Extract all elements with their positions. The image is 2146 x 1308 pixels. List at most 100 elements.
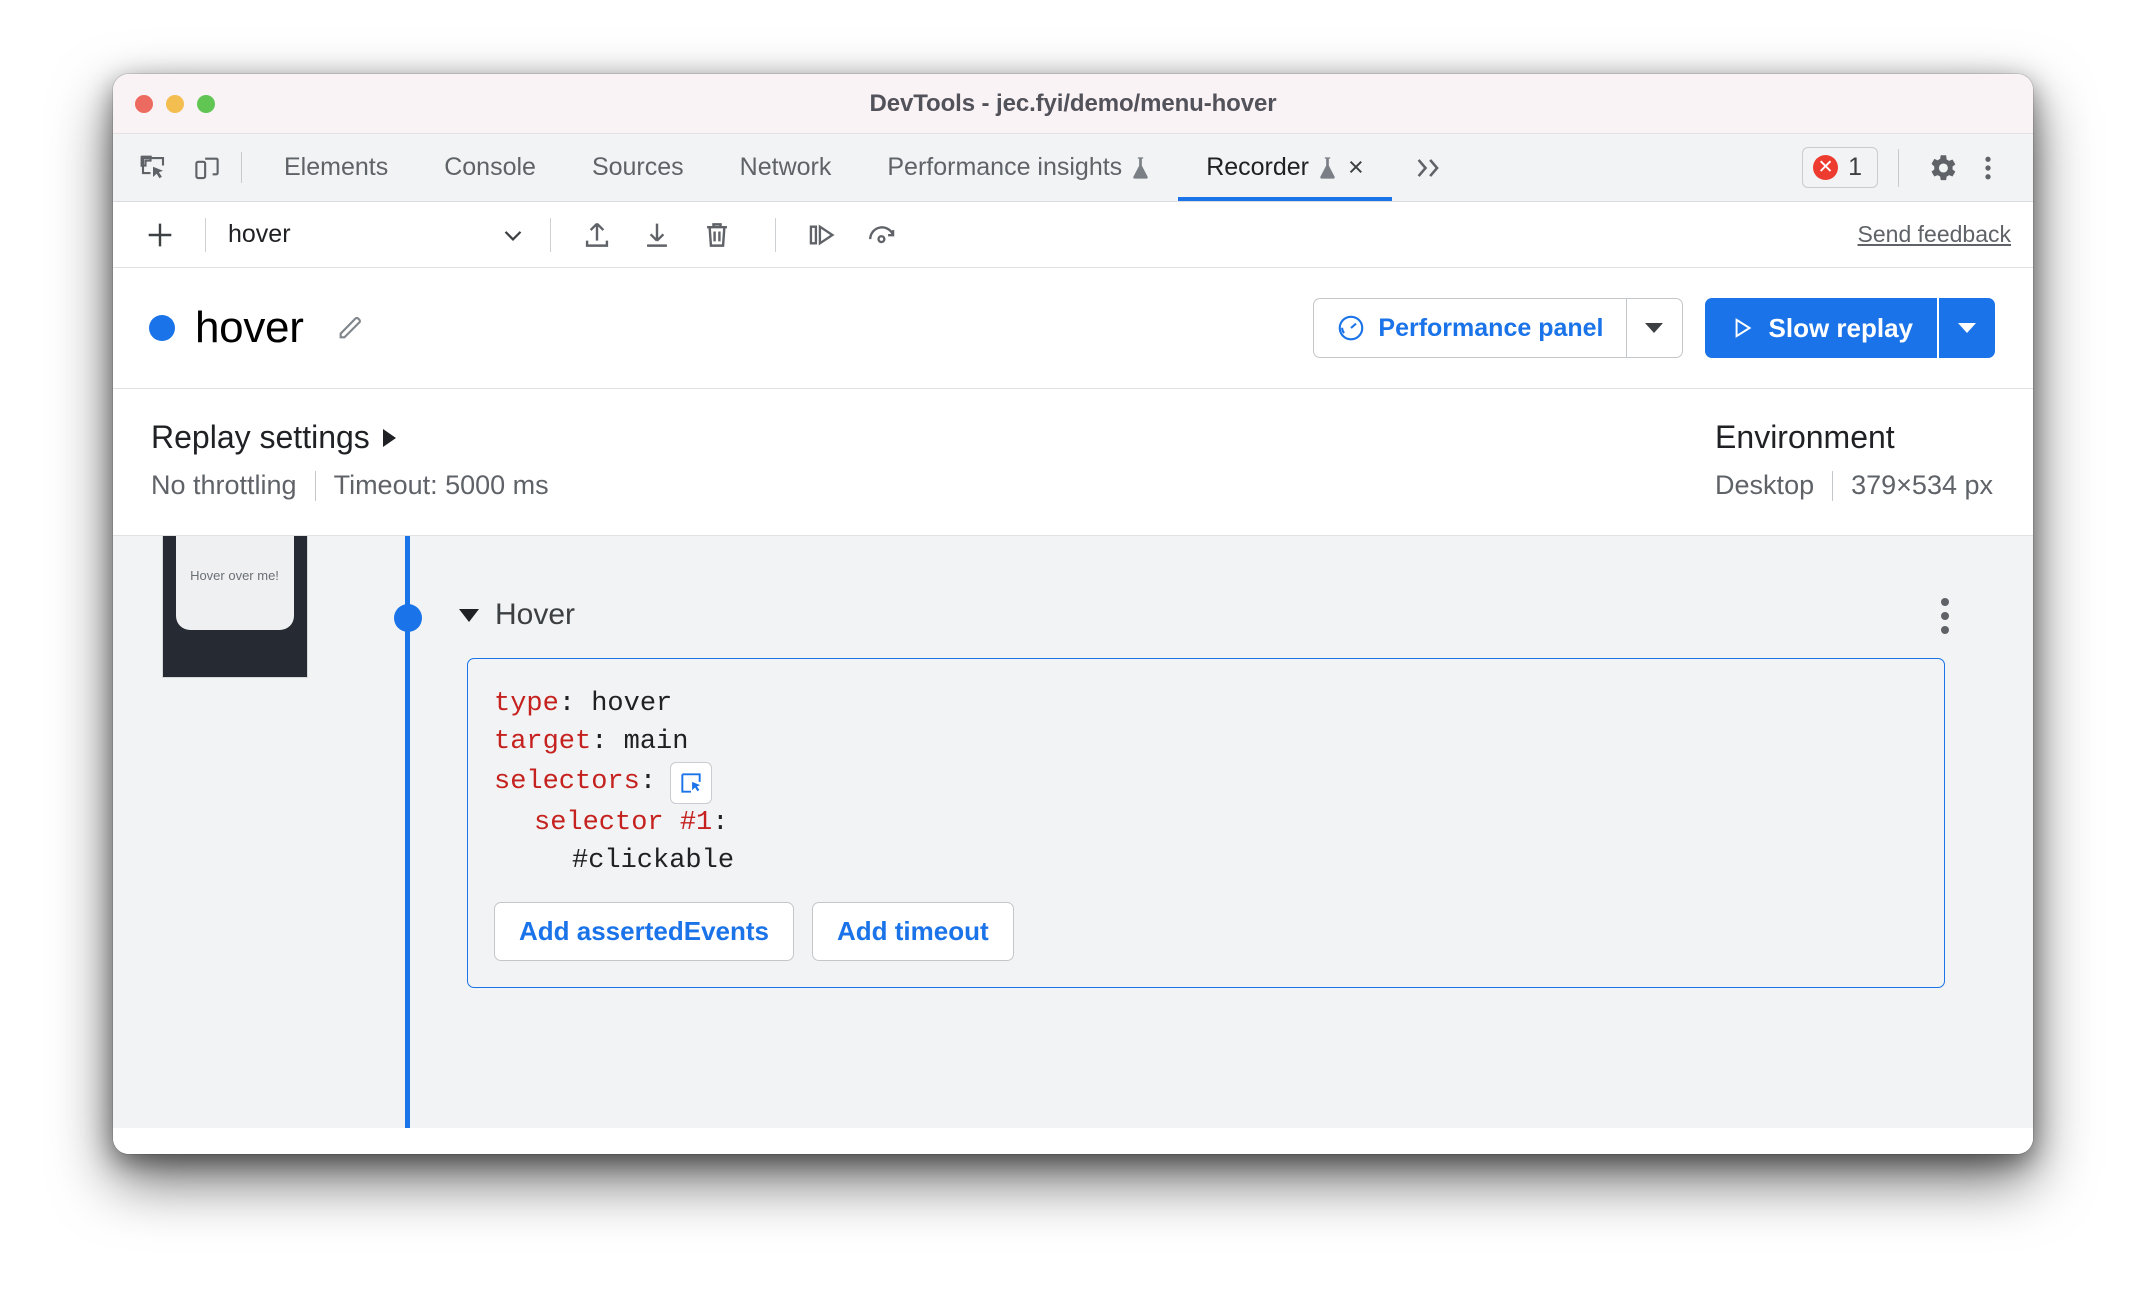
thumbnail-text: Hover over me! [190, 567, 279, 583]
add-timeout-button[interactable]: Add timeout [811, 902, 1014, 962]
recording-select[interactable]: hover [228, 220, 528, 250]
error-count-badge[interactable]: ✕ 1 [1802, 147, 1878, 188]
chevron-down-icon[interactable] [459, 608, 479, 622]
tab-performance-insights[interactable]: Performance insights [859, 134, 1178, 201]
tab-console[interactable]: Console [416, 134, 564, 201]
error-count-label: 1 [1848, 153, 1862, 181]
environment-summary: Desktop 379×534 px [1715, 470, 1993, 501]
replay-settings-group: Replay settings No throttling Timeout: 5… [151, 419, 549, 501]
recording-title: hover [195, 303, 304, 352]
more-tabs-icon[interactable] [1392, 134, 1466, 201]
code-key-selector-1[interactable]: selector #1 [534, 804, 712, 842]
thumbnail-page-content: Hover over me! [175, 536, 294, 630]
devtools-tabs: Elements Console Sources Network Perform… [256, 134, 1466, 201]
kebab-dot [1941, 626, 1949, 634]
timeout-value: Timeout: 5000 ms [333, 470, 549, 500]
tabbar-left-icons [133, 134, 241, 201]
create-recording-button[interactable] [137, 212, 183, 258]
step-actions: Add assertedEvents Add timeout [494, 902, 1914, 962]
kebab-menu-icon[interactable] [1965, 145, 2011, 191]
header-actions: Performance panel Slow replay [1313, 298, 1995, 358]
code-key-selectors[interactable]: selectors [494, 763, 640, 801]
tab-network[interactable]: Network [712, 134, 860, 201]
toolbar-divider-3 [775, 217, 776, 252]
step-header[interactable]: Hover [443, 536, 2033, 634]
tab-sources[interactable]: Sources [564, 134, 712, 201]
devtools-tabbar: Elements Console Sources Network Perform… [113, 134, 2033, 202]
right-cluster-divider [1898, 148, 1899, 187]
recording-select-value: hover [228, 220, 291, 248]
performance-panel-dropdown-arrow[interactable] [1625, 299, 1682, 357]
settings-gear-icon[interactable] [1919, 145, 1965, 191]
tab-label: Performance insights [887, 153, 1123, 181]
tab-elements[interactable]: Elements [256, 134, 416, 201]
close-icon[interactable]: × [1348, 154, 1364, 181]
caret-down-icon [1645, 323, 1663, 333]
code-value-target[interactable]: main [624, 723, 689, 761]
tabbar-right-cluster: ✕ 1 [1802, 134, 2033, 201]
code-line-target: target: main [494, 723, 1914, 761]
performance-panel-label: Performance panel [1378, 313, 1604, 342]
minimize-window-button[interactable] [166, 94, 184, 113]
play-icon [1735, 318, 1751, 338]
slow-replay-split-button[interactable]: Slow replay [1704, 298, 1995, 358]
code-value-selector-1[interactable]: #clickable [572, 842, 734, 880]
toolbar-divider-2 [550, 217, 551, 252]
recording-header: hover Performance panel Slow replay [113, 268, 2033, 389]
tab-label: Elements [284, 153, 389, 181]
step-thumbnail-column: Hover over me! [113, 536, 356, 1154]
device-toolbar-icon[interactable] [187, 148, 227, 188]
summary-divider [314, 470, 316, 501]
replay-icon[interactable] [858, 211, 906, 259]
chevron-right-icon [382, 428, 396, 447]
add-asserted-events-button[interactable]: Add assertedEvents [494, 902, 794, 962]
tabbar-divider [241, 152, 242, 183]
send-feedback-link[interactable]: Send feedback [1858, 221, 2011, 248]
error-circle-icon: ✕ [1813, 155, 1839, 180]
recording-status-dot [149, 315, 175, 341]
summary-divider [1832, 470, 1834, 501]
tab-label: Sources [591, 153, 684, 181]
device-value: Desktop [1715, 470, 1815, 500]
code-value-type[interactable]: hover [591, 685, 672, 723]
environment-heading: Environment [1715, 419, 1895, 456]
toolbar-divider-1 [205, 217, 206, 252]
delete-icon[interactable] [693, 211, 741, 259]
viewport-value: 379×534 px [1851, 470, 1993, 500]
step-title: Hover [495, 598, 576, 631]
performance-panel-split-button[interactable]: Performance panel [1313, 298, 1683, 358]
code-key-target[interactable]: target [494, 723, 591, 761]
screenshot-stage: DevTools - jec.fyi/demo/menu-hover Eleme… [0, 0, 2146, 1308]
maximize-window-button[interactable] [197, 94, 215, 113]
window-controls[interactable] [135, 94, 215, 113]
steps-timeline [393, 536, 422, 1154]
step-detail-card: type: hover target: main selectors: sele… [467, 658, 1945, 989]
code-line-type: type: hover [494, 685, 1914, 723]
tab-label: Network [739, 153, 832, 181]
tab-label: Console [444, 153, 536, 181]
code-key-type[interactable]: type [494, 685, 559, 723]
inspect-element-icon[interactable] [133, 148, 173, 188]
export-icon[interactable] [633, 211, 681, 259]
selector-picker-icon[interactable] [670, 761, 713, 804]
slow-replay-dropdown-arrow[interactable] [1937, 298, 1995, 358]
settings-row: Replay settings No throttling Timeout: 5… [113, 389, 2033, 536]
replay-settings-summary: No throttling Timeout: 5000 ms [151, 470, 549, 501]
slow-replay-button[interactable]: Slow replay [1705, 298, 1938, 358]
tab-label: Recorder [1206, 153, 1310, 181]
step-over-icon[interactable] [798, 211, 846, 259]
timeline-step-node[interactable] [393, 604, 422, 632]
window-title: DevTools - jec.fyi/demo/menu-hover [869, 89, 1277, 117]
close-window-button[interactable] [135, 94, 153, 113]
edit-pencil-icon[interactable] [330, 308, 370, 348]
import-icon[interactable] [573, 211, 621, 259]
step-screenshot-thumbnail[interactable]: Hover over me! [161, 536, 308, 678]
window-titlebar: DevTools - jec.fyi/demo/menu-hover [113, 74, 2033, 134]
replay-settings-toggle[interactable]: Replay settings [151, 419, 549, 456]
step-kebab-menu-icon[interactable] [1925, 594, 1965, 638]
recorder-toolbar: hover Send feedback [113, 202, 2033, 268]
performance-panel-button[interactable]: Performance panel [1314, 299, 1625, 357]
kebab-dot [1941, 598, 1949, 606]
throttling-value: No throttling [151, 470, 297, 500]
tab-recorder[interactable]: Recorder × [1178, 134, 1392, 201]
